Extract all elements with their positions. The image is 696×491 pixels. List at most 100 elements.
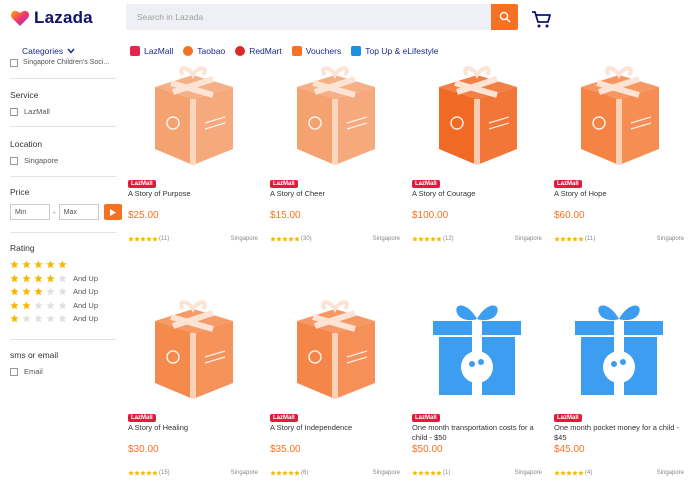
star-empty-icon	[46, 314, 55, 323]
product-location: Singapore	[230, 470, 258, 476]
review-count: (12)	[443, 236, 454, 242]
star-filled-icon	[10, 314, 19, 323]
product-location: Singapore	[656, 236, 684, 242]
rating-filter-4[interactable]: And Up	[10, 274, 98, 283]
nav-label: LazMall	[144, 46, 174, 56]
categories-dropdown[interactable]: Categories	[22, 46, 75, 56]
lazmall-badge: LazMall	[412, 414, 440, 422]
product-title[interactable]: A Story of Healing	[128, 423, 258, 433]
rating-label: And Up	[73, 273, 99, 283]
price-filter: -	[10, 204, 122, 220]
product-title[interactable]: A Story of Hope	[554, 189, 684, 199]
orange-gift-box-image	[297, 66, 375, 165]
product-location: Singapore	[230, 236, 258, 242]
product-title[interactable]: One month pocket money for a child - $45	[554, 423, 684, 443]
search-button[interactable]	[491, 4, 518, 30]
divider	[10, 78, 116, 79]
nav-label: Taobao	[197, 46, 226, 56]
option-label: LazMall	[24, 107, 50, 116]
star-empty-icon	[34, 314, 43, 323]
product-title[interactable]: A Story of Courage	[412, 189, 542, 199]
product-title[interactable]: One month transportation costs for a chi…	[412, 423, 542, 443]
product-location: Singapore	[514, 236, 542, 242]
product-image[interactable]	[412, 290, 542, 410]
rating-filter-3[interactable]: And Up	[10, 287, 98, 296]
star-icon	[294, 236, 300, 242]
divider	[10, 126, 116, 127]
cart-icon[interactable]	[530, 8, 552, 30]
product-card[interactable]: LazMall A Story of Cheer $15.00 (30) Singapo…	[270, 56, 400, 268]
blue-gift-box-image	[575, 305, 663, 395]
star-empty-icon	[34, 300, 43, 309]
play-icon	[109, 208, 116, 216]
lazada-logo[interactable]: Lazada	[10, 8, 93, 28]
rating-filter-2[interactable]: And Up	[10, 301, 98, 310]
product-title[interactable]: A Story of Cheer	[270, 189, 400, 199]
product-title[interactable]: A Story of Purpose	[128, 189, 258, 199]
price-apply-button[interactable]	[103, 204, 122, 220]
checkbox[interactable]	[10, 107, 18, 116]
product-rating: (11)	[128, 236, 169, 242]
star-empty-icon	[58, 300, 67, 309]
product-card[interactable]: LazMall One month transportation costs fo…	[412, 290, 542, 491]
product-image[interactable]	[128, 56, 258, 176]
product-image[interactable]	[270, 56, 400, 176]
product-card[interactable]: LazMall A Story of Purpose $25.00 (11) Singa…	[128, 56, 258, 268]
star-empty-icon	[22, 314, 31, 323]
rating-filter-5[interactable]	[10, 260, 67, 269]
star-filled-icon	[34, 273, 43, 282]
sms-email-title: sms or email	[10, 350, 59, 360]
service-lazmall-option[interactable]: LazMall	[10, 107, 50, 116]
product-price: $25.00	[128, 210, 159, 221]
product-image[interactable]	[270, 290, 400, 410]
star-empty-icon	[58, 314, 67, 323]
star-filled-icon	[34, 260, 43, 269]
product-rating: (11)	[554, 236, 595, 242]
product-image[interactable]	[128, 290, 258, 410]
divider	[10, 176, 116, 177]
orange-gift-box-image	[581, 66, 659, 165]
orange-gift-box-image	[297, 300, 375, 399]
review-count: (15)	[159, 470, 170, 476]
rating-label: And Up	[73, 300, 99, 310]
price-min-input[interactable]	[10, 204, 50, 220]
product-price: $60.00	[554, 210, 585, 221]
search-bar	[126, 4, 518, 30]
email-option[interactable]: Email	[10, 367, 43, 376]
product-location: Singapore	[372, 236, 400, 242]
star-filled-icon	[10, 300, 19, 309]
star-filled-icon	[10, 260, 19, 269]
location-singapore-option[interactable]: Singapore	[10, 156, 58, 165]
product-image[interactable]	[554, 56, 684, 176]
option-label: Email	[24, 367, 43, 376]
product-card[interactable]: LazMall One month pocket money for a chil…	[554, 290, 684, 491]
star-filled-icon	[10, 287, 19, 296]
price-max-input[interactable]	[58, 204, 99, 220]
product-card[interactable]: LazMall A Story of Hope $60.00 (11) Singapor…	[554, 56, 684, 268]
product-card[interactable]: LazMall A Story of Independence $35.00 (6) S…	[270, 290, 400, 491]
star-icon	[578, 470, 584, 476]
rating-filter-1[interactable]: And Up	[10, 314, 98, 323]
product-card[interactable]: LazMall A Story of Healing $30.00 (15) Singa…	[128, 290, 258, 491]
product-rating: (6)	[270, 470, 308, 476]
product-image[interactable]	[554, 290, 684, 410]
product-image[interactable]	[412, 56, 542, 176]
star-icon	[436, 470, 442, 476]
star-empty-icon	[46, 300, 55, 309]
divider	[10, 232, 116, 233]
product-title[interactable]: A Story of Independence	[270, 423, 400, 433]
product-rating: (1)	[412, 470, 450, 476]
divider	[10, 339, 116, 340]
product-card[interactable]: LazMall A Story of Courage $100.00 (12) Sing…	[412, 56, 542, 268]
filter-option-cut[interactable]: Singapore Children's Soci...	[10, 58, 118, 67]
search-input[interactable]	[126, 4, 490, 30]
checkbox[interactable]	[10, 367, 18, 376]
review-count: (11)	[159, 236, 170, 242]
search-icon	[499, 11, 510, 23]
checkbox[interactable]	[10, 156, 18, 165]
lazmall-badge: LazMall	[412, 180, 440, 188]
star-empty-icon	[46, 287, 55, 296]
checkbox[interactable]	[10, 58, 18, 67]
taobao-icon	[183, 46, 194, 56]
voucher-icon	[291, 46, 302, 56]
